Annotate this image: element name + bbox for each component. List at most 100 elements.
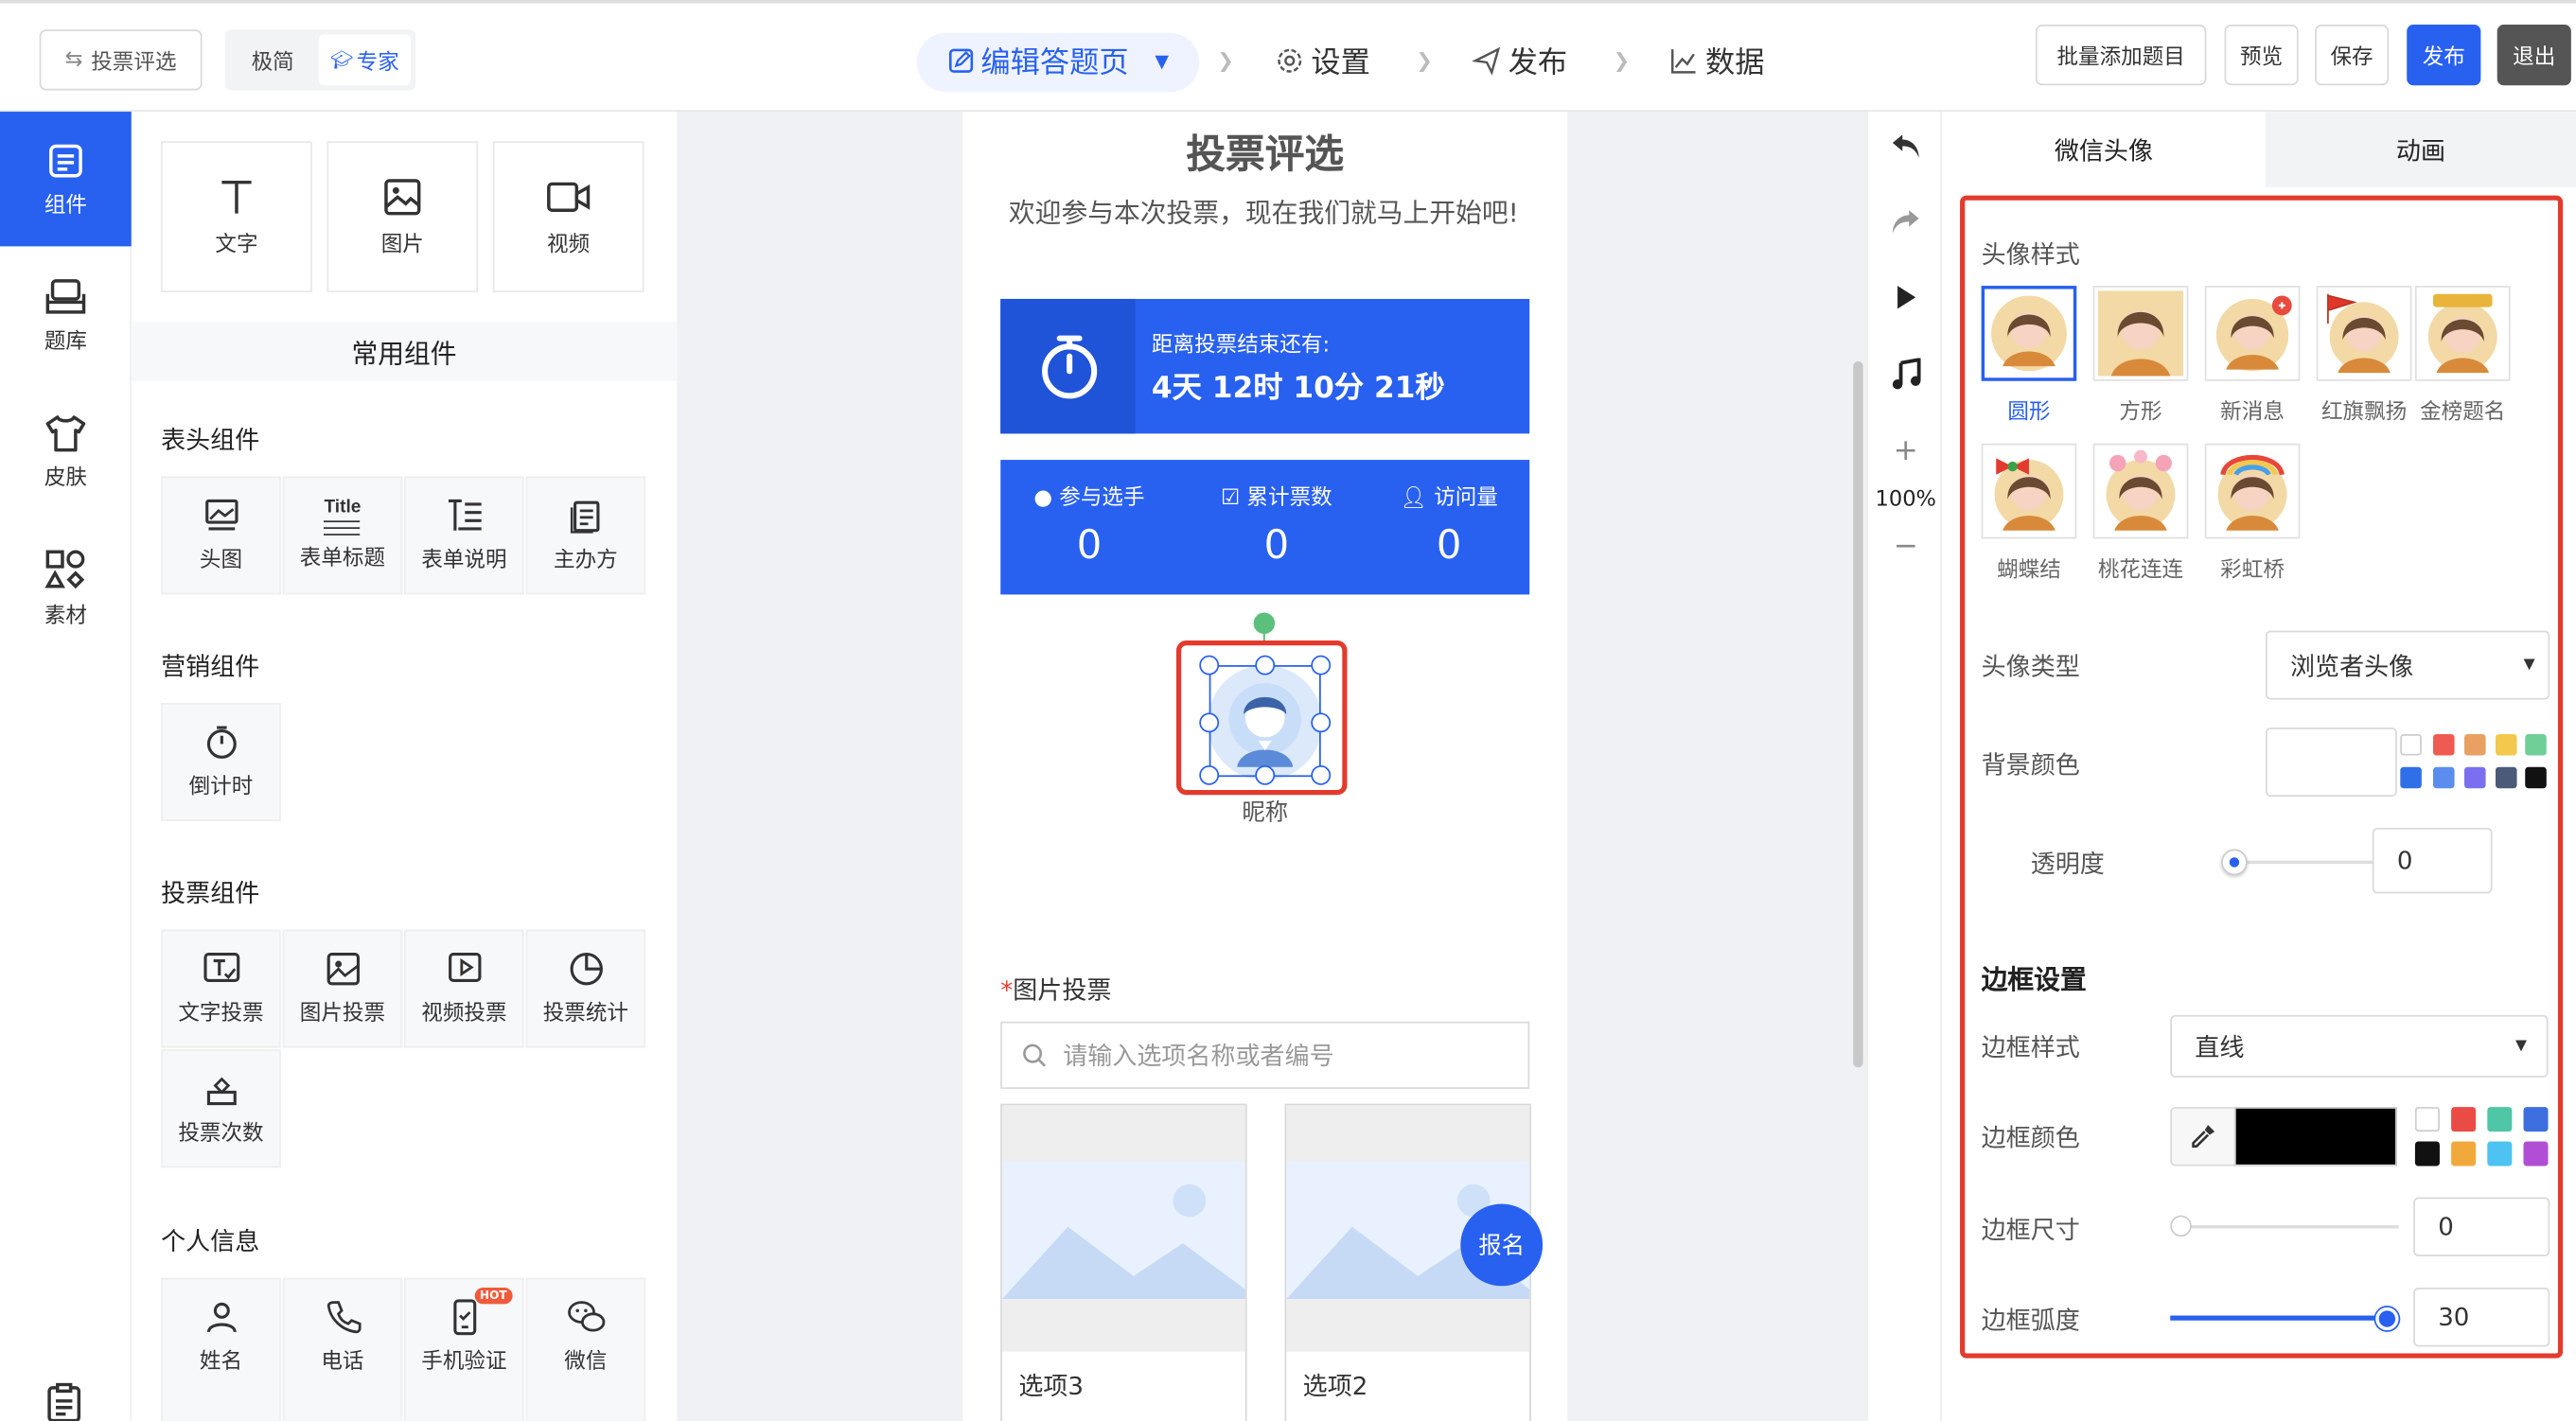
publish-button[interactable]: 发布 [2407,25,2481,86]
component-wechat[interactable]: 微信 [525,1277,646,1421]
bg-swatch-slate[interactable] [2495,766,2517,789]
bg-swatch-white[interactable] [2400,733,2422,756]
tab-wechat-avatar[interactable]: 微信头像 [1941,112,2266,187]
border-size-input[interactable]: 0 [2413,1197,2550,1257]
zoom-out-button[interactable]: − [1868,529,1944,563]
mode-simple-button[interactable]: 极简 [232,34,314,85]
resize-handle[interactable] [1199,655,1220,675]
bg-swatch-light-blue[interactable] [2433,766,2455,789]
border-swatch-purple[interactable] [2523,1141,2549,1167]
vote-option-card[interactable]: 选项3 [1000,1103,1247,1421]
style-rainbow[interactable] [2204,443,2301,539]
step-settings[interactable]: 设置 [1275,36,1370,85]
signup-button[interactable]: 报名 [1460,1203,1544,1287]
component-vote-count[interactable]: 投票次数 [161,1049,281,1168]
bg-swatch-purple[interactable] [2464,766,2486,789]
component-phone[interactable]: 电话 [282,1277,403,1421]
style-circle[interactable] [1981,286,2077,381]
resize-handle[interactable] [1311,764,1332,785]
border-swatch-blue[interactable] [2523,1107,2549,1132]
style-bow[interactable] [1981,443,2077,539]
play-icon[interactable] [1893,283,1919,312]
bg-swatch-blue[interactable] [2400,766,2422,789]
exit-button[interactable]: 退出 [2497,25,2571,86]
page-title[interactable]: 投票评选 [962,121,1567,179]
component-countdown[interactable]: 倒计时 [161,703,281,821]
bg-swatch-yellow[interactable] [2495,733,2517,756]
component-image-vote[interactable]: 图片投票 [282,929,403,1048]
resize-handle[interactable] [1311,655,1332,675]
border-swatch-teal[interactable] [2487,1107,2513,1132]
border-size-slider-track[interactable] [2175,1225,2399,1229]
bg-swatch-orange[interactable] [2464,733,2486,756]
bg-swatch-green[interactable] [2525,733,2547,756]
border-style-select[interactable]: 直线 ▼ [2170,1014,2549,1078]
border-radius-slider-thumb[interactable] [2375,1307,2399,1331]
resize-handle[interactable] [1255,764,1276,785]
border-swatch-cyan[interactable] [2487,1141,2513,1167]
image-vote-heading[interactable]: *图片投票 [1000,973,1111,1007]
undo-icon[interactable] [1889,132,1922,161]
save-button[interactable]: 保存 [2315,25,2390,86]
component-form-description[interactable]: 表单说明 [404,476,524,595]
bg-swatch-black[interactable] [2525,766,2547,789]
zoom-in-button[interactable]: + [1868,433,1944,467]
avatar-type-select[interactable]: 浏览者头像 ▼ [2265,630,2550,700]
canvas-scrollbar[interactable] [1853,360,1863,1068]
clipboard-icon[interactable] [46,1382,82,1421]
opacity-input[interactable]: 0 [2372,827,2493,894]
style-peach-blossom[interactable] [2092,443,2189,539]
back-button[interactable]: ⇆ 投票评选 [39,29,203,91]
style-new-message[interactable] [2204,286,2301,381]
welcome-text[interactable]: 欢迎参与本次投票，现在我们就马上开始吧! [1009,194,1535,234]
redo-icon[interactable] [1889,207,1922,237]
border-swatch-red[interactable] [2451,1107,2477,1132]
component-organizer[interactable]: 主办方 [525,476,646,595]
border-radius-slider-track[interactable] [2170,1315,2388,1321]
border-size-slider-thumb[interactable] [2170,1215,2192,1237]
component-name[interactable]: 姓名 [161,1277,281,1421]
vote-search-input[interactable]: 请输入选项名称或者编号 [1000,1021,1530,1089]
resize-handle[interactable] [1255,655,1276,675]
resize-handle[interactable] [1199,764,1220,785]
border-swatch-black[interactable] [2414,1141,2440,1167]
step-publish[interactable]: 发布 [1472,36,1567,85]
preview-button[interactable]: 预览 [2224,25,2299,86]
opacity-slider-thumb[interactable] [2221,849,2248,876]
component-vote-stats[interactable]: 投票统计 [525,929,646,1048]
nav-item-question-bank[interactable]: 题库 [0,248,132,382]
nav-item-components[interactable]: 组件 [0,112,132,247]
rotate-handle[interactable] [1253,612,1276,635]
nickname-label[interactable]: 昵称 [1183,795,1348,828]
step-data[interactable]: 数据 [1669,36,1764,85]
style-square[interactable] [2092,286,2189,381]
border-radius-input[interactable]: 30 [2413,1288,2550,1347]
tab-animation[interactable]: 动画 [2265,112,2576,187]
style-gold-list[interactable] [2414,286,2511,381]
bg-swatch-red[interactable] [2433,733,2455,756]
nav-item-material[interactable]: 素材 [0,520,132,655]
component-text[interactable]: 文字 [161,141,312,293]
component-video-vote[interactable]: 视频投票 [404,929,524,1048]
opacity-slider-track[interactable] [2233,860,2376,865]
component-video[interactable]: 视频 [492,141,644,293]
nav-item-skin[interactable]: 皮肤 [0,384,132,518]
countdown-block[interactable]: 距离投票结束还有: 4天 12时 10分 21秒 [1000,298,1530,434]
resize-handle[interactable] [1199,712,1220,733]
component-form-title[interactable]: Title 表单标题 [282,476,403,595]
border-swatch-orange[interactable] [2451,1141,2477,1167]
mode-expert-button[interactable]: 🎓︎ 专家 [318,34,411,86]
border-color-preview[interactable] [2233,1107,2397,1167]
border-swatch-white[interactable] [2414,1107,2440,1132]
eyedropper-button[interactable] [2170,1107,2236,1167]
component-text-vote[interactable]: 文字投票 [161,929,281,1048]
component-header-image[interactable]: 头图 [161,476,281,595]
style-red-flag[interactable] [2316,286,2412,381]
component-image[interactable]: 图片 [326,141,479,293]
music-icon[interactable] [1889,358,1922,391]
component-phone-verify[interactable]: 手机验证 HOT [404,1277,524,1421]
step-edit[interactable]: 编辑答题页 ▼ [948,36,1169,85]
batch-add-button[interactable]: 批量添加题目 [2035,25,2207,86]
vote-stats-block[interactable]: ● 参与选手 0 ☑ 累计票数 0 👤︎ 访问量 0 [1000,460,1530,595]
resize-handle[interactable] [1311,712,1332,733]
